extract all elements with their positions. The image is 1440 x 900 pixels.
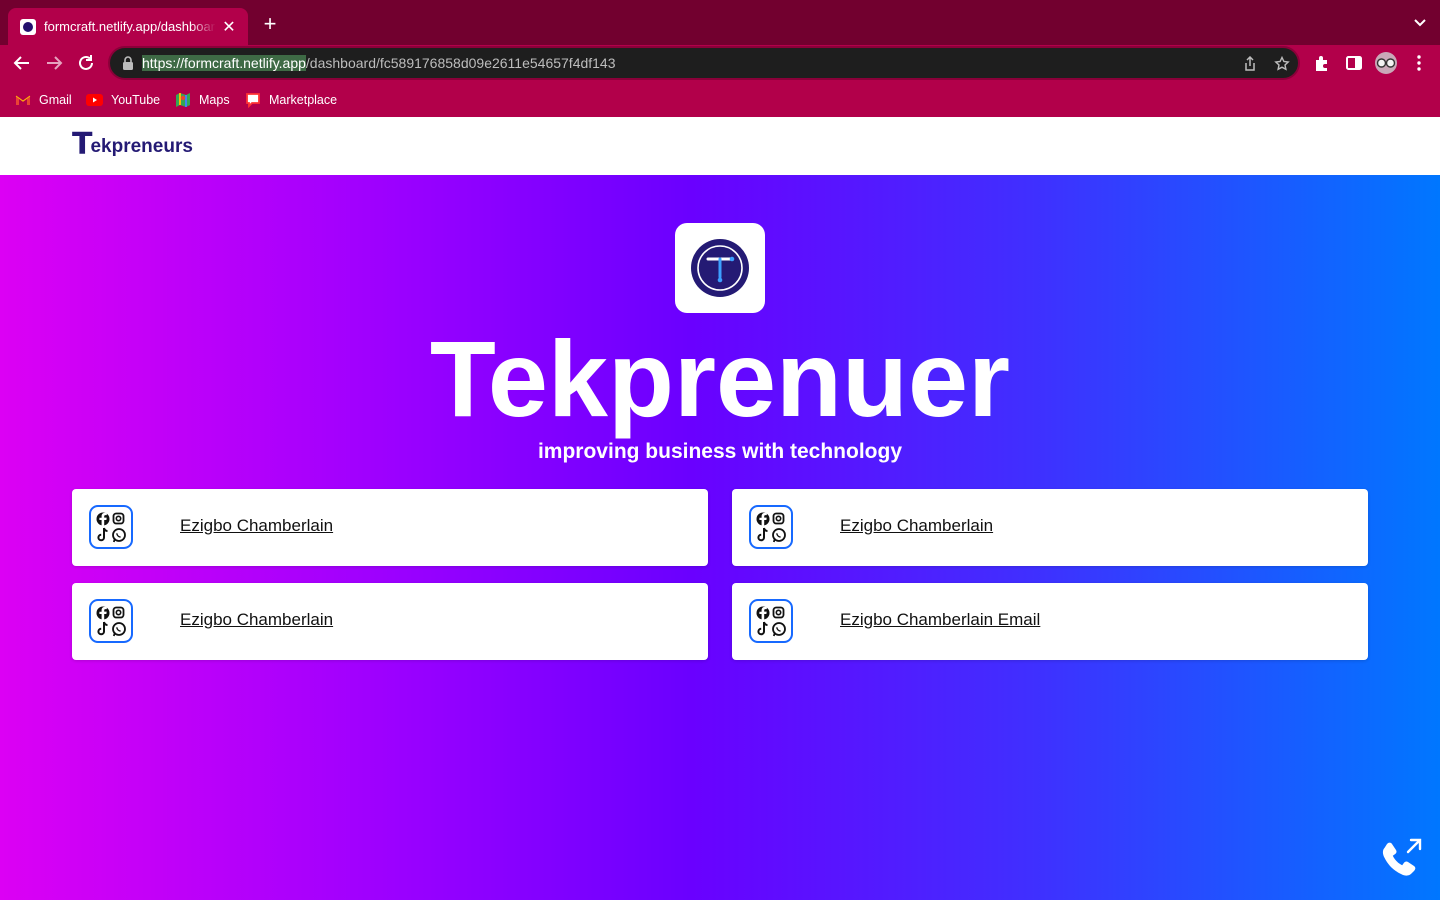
side-panel-icon[interactable] [1345, 54, 1363, 72]
brand-t-logo-icon [691, 239, 749, 297]
bookmark-star-icon[interactable] [1274, 56, 1290, 72]
social-apps-icon [89, 505, 133, 549]
bookmark-label: Maps [199, 93, 230, 107]
social-apps-icon [749, 505, 793, 549]
social-apps-icon [89, 599, 133, 643]
tab-title: formcraft.netlify.app/dashboard [44, 19, 216, 34]
link-card-label[interactable]: Ezigbo Chamberlain Email [840, 610, 1040, 630]
url-selected-part: https://formcraft.netlify.app [142, 55, 306, 71]
new-tab-icon[interactable]: + [258, 12, 282, 36]
extensions-icon[interactable] [1313, 54, 1331, 72]
browser-tab-active[interactable]: formcraft.netlify.app/dashboard ✕ [8, 8, 248, 45]
site-logo[interactable]: T ekpreneurs [72, 127, 193, 162]
logo-initial: T [72, 127, 93, 162]
social-apps-icon [749, 599, 793, 643]
link-card[interactable]: Ezigbo Chamberlain [72, 583, 708, 660]
hero-subtitle: improving business with technology [537, 440, 903, 463]
bookmark-label: Gmail [39, 93, 72, 107]
address-bar[interactable]: https://formcraft.netlify.app/dashboard/… [108, 46, 1300, 80]
url-path: /dashboard/fc589176858d09e2611e54657f4df… [305, 55, 616, 71]
gmail-icon [15, 95, 31, 105]
link-card-label[interactable]: Ezigbo Chamberlain [180, 610, 333, 630]
bookmark-youtube[interactable]: YouTube [86, 91, 160, 109]
forward-icon[interactable] [42, 51, 66, 75]
bookmark-maps[interactable]: Maps [175, 91, 230, 109]
bookmark-label: Marketplace [269, 93, 338, 107]
bookmark-gmail[interactable]: Gmail [15, 91, 72, 109]
share-icon[interactable] [1242, 56, 1258, 72]
profile-avatar[interactable] [1375, 52, 1397, 74]
close-tab-icon[interactable]: ✕ [220, 17, 238, 37]
outgoing-call-icon[interactable] [1378, 836, 1424, 882]
bookmark-marketplace[interactable]: Marketplace [245, 91, 337, 109]
glasses-icon [1376, 58, 1396, 68]
maps-icon [176, 93, 190, 107]
reload-icon[interactable] [74, 51, 98, 75]
bookmark-label: YouTube [111, 93, 161, 107]
hero-title: Tekprenuer [429, 318, 1011, 439]
link-card[interactable]: Ezigbo Chamberlain [72, 489, 708, 566]
hero-section: Tekprenuer improving business with techn… [0, 175, 1440, 900]
chevron-down-icon[interactable] [1412, 14, 1428, 30]
lock-icon[interactable] [122, 56, 134, 70]
back-icon[interactable] [10, 51, 34, 75]
link-card-label[interactable]: Ezigbo Chamberlain [840, 516, 993, 536]
more-menu-icon[interactable] [1410, 54, 1428, 72]
browser-toolbar: https://formcraft.netlify.app/dashboard/… [0, 45, 1440, 81]
url-text[interactable]: https://formcraft.netlify.app/dashboard/… [142, 55, 616, 71]
link-card[interactable]: Ezigbo Chamberlain Email [732, 583, 1368, 660]
bookmarks-bar: Gmail YouTube Maps Marketplace [0, 81, 1440, 117]
logo-text: ekpreneurs [90, 136, 193, 157]
youtube-icon [86, 94, 103, 106]
link-card-label[interactable]: Ezigbo Chamberlain [180, 516, 333, 536]
marketplace-icon [246, 93, 260, 108]
tab-strip: formcraft.netlify.app/dashboard ✕ + [0, 0, 1440, 45]
site-favicon-icon [20, 18, 36, 35]
site-header: T ekpreneurs [0, 117, 1440, 175]
link-card[interactable]: Ezigbo Chamberlain [732, 489, 1368, 566]
brand-logo-tile [675, 223, 765, 313]
